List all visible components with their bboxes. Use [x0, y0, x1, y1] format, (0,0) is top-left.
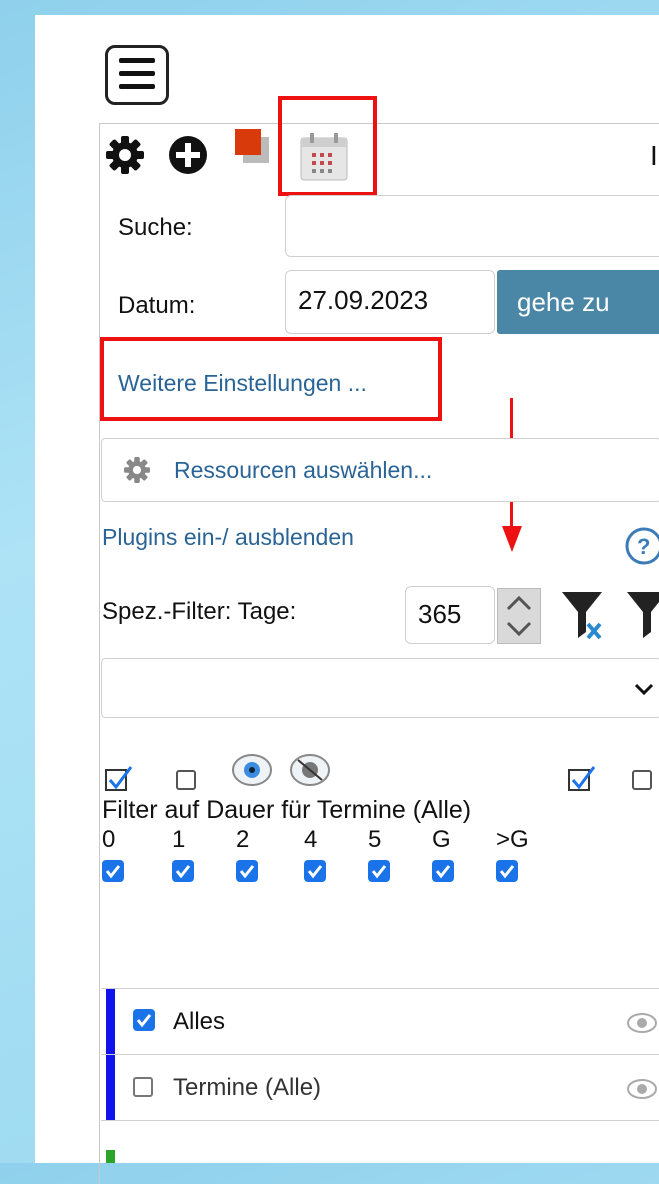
gear-icon[interactable] — [103, 133, 147, 177]
color-bar — [106, 989, 115, 1055]
plugins-toggle-link[interactable]: Plugins ein-/ ausblenden — [102, 524, 354, 551]
duration-checkbox-1[interactable] — [172, 860, 194, 882]
eye-small-icon[interactable] — [626, 1011, 658, 1035]
search-input[interactable] — [285, 195, 659, 257]
hamburger-menu-icon[interactable] — [105, 45, 169, 105]
alles-checkbox[interactable] — [133, 1009, 155, 1031]
days-stepper[interactable] — [497, 588, 541, 644]
duration-label-6: >G — [496, 826, 529, 853]
uncheck-all-icon[interactable] — [176, 770, 196, 790]
color-square-icon[interactable] — [233, 127, 273, 167]
plus-circle-icon[interactable] — [166, 133, 210, 177]
chevron-down-icon[interactable] — [498, 617, 540, 643]
chevron-down-icon — [634, 683, 654, 696]
resources-box[interactable]: Ressourcen auswählen... — [101, 438, 659, 502]
eye-hidden-icon[interactable] — [288, 752, 332, 788]
eye-small-icon[interactable] — [626, 1077, 658, 1101]
duration-checkbox-0[interactable] — [102, 860, 124, 882]
highlight-more-settings-box — [100, 337, 442, 421]
filter-dropdown[interactable] — [101, 658, 659, 718]
color-bar — [106, 1055, 115, 1121]
filter-clear-icon[interactable] — [560, 588, 606, 642]
svg-text:?: ? — [637, 534, 650, 559]
list-item-termine[interactable]: Termine (Alle) — [101, 1054, 659, 1121]
date-label: Datum: — [118, 292, 196, 319]
duration-checkbox-6[interactable] — [496, 860, 518, 882]
duration-label-5: G — [432, 826, 451, 853]
eye-icon[interactable] — [230, 752, 274, 788]
highlight-calendar-box — [278, 96, 377, 196]
special-filter-label: Spez.-Filter: Tage: — [102, 598, 297, 625]
toolbar-right-glyph: I — [650, 140, 658, 171]
duration-checkbox-5[interactable] — [432, 860, 454, 882]
uncheck-all-right-icon[interactable] — [632, 770, 652, 790]
termine-checkbox[interactable] — [133, 1077, 153, 1097]
list-row-divider — [101, 1120, 659, 1121]
duration-checkbox-2[interactable] — [236, 860, 258, 882]
list-item-alles[interactable]: Alles — [101, 988, 659, 1055]
duration-label-4: 5 — [368, 826, 382, 853]
check-all-right-icon[interactable] — [567, 764, 597, 794]
search-label: Suche: — [118, 214, 193, 241]
duration-checkbox-3[interactable] — [304, 860, 326, 882]
alles-label: Alles — [173, 1008, 226, 1035]
help-circle-icon[interactable]: ? — [624, 526, 659, 566]
date-input[interactable]: 27.09.2023 — [285, 270, 495, 334]
duration-filter-title: Filter auf Dauer für Termine (Alle) — [102, 796, 472, 824]
duration-label-1: 1 — [172, 826, 186, 853]
duration-checkbox-4[interactable] — [368, 860, 390, 882]
duration-label-2: 2 — [236, 826, 250, 853]
resources-label: Ressourcen auswählen... — [174, 457, 433, 483]
chevron-up-icon[interactable] — [498, 589, 540, 615]
gear-small-icon — [124, 457, 150, 483]
duration-label-3: 4 — [304, 826, 318, 853]
next-row-bar — [106, 1150, 115, 1163]
goto-date-button[interactable]: gehe zu — [497, 270, 659, 334]
check-all-icon[interactable] — [104, 764, 134, 794]
days-input[interactable]: 365 — [405, 586, 495, 644]
duration-label-0: 0 — [102, 826, 116, 853]
termine-label: Termine (Alle) — [173, 1074, 322, 1101]
filter-icon[interactable] — [625, 588, 659, 642]
